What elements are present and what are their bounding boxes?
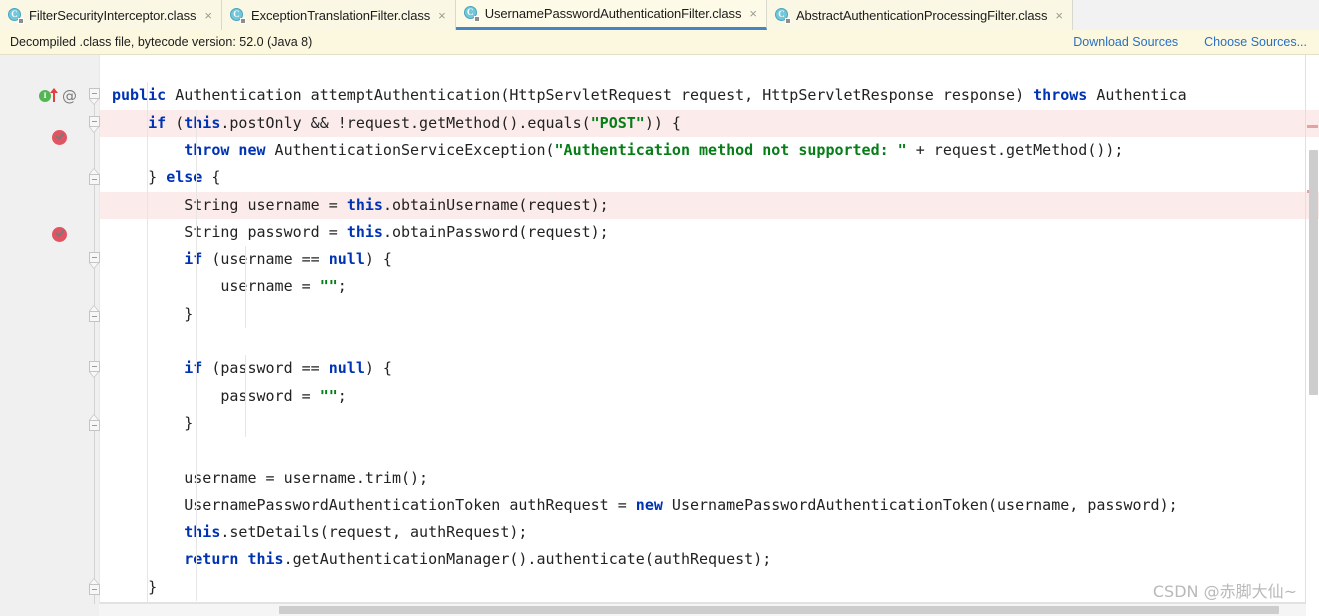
editor-tab-bar: C FilterSecurityInterceptor.class × C Except… [0, 0, 1319, 30]
code-line-text: String username = this.obtainUsername(re… [112, 195, 609, 214]
code-line-row[interactable]: 43 username = username.trim(); [0, 465, 1319, 492]
fold-marker-open[interactable] [89, 252, 100, 270]
close-icon[interactable]: × [1055, 9, 1063, 22]
code-line-text: public Authentication attemptAuthenticat… [112, 86, 1187, 105]
choose-sources-link[interactable]: Choose Sources... [1204, 35, 1307, 49]
code-line-row[interactable]: 35 if (username == null) { [0, 246, 1319, 273]
java-class-icon: C [463, 6, 480, 22]
code-line-row[interactable]: 40 password = ""; [0, 383, 1319, 410]
code-line-row[interactable]: 28 [0, 55, 1319, 82]
code-line-row[interactable]: 37 } [0, 301, 1319, 328]
code-line-row[interactable]: 39 if (password == null) { [0, 355, 1319, 382]
code-line-row[interactable]: 31 throw new AuthenticationServiceExcept… [0, 137, 1319, 164]
download-sources-link[interactable]: Download Sources [1073, 35, 1178, 49]
java-class-icon: C [8, 7, 24, 24]
code-line-text: return this.getAuthenticationManager().a… [184, 550, 772, 569]
code-line-row[interactable]: 42 [0, 437, 1319, 464]
fold-marker-open[interactable] [89, 115, 100, 133]
close-icon[interactable]: × [204, 9, 212, 22]
java-class-icon: C [774, 7, 791, 24]
ide-editor-window: C FilterSecurityInterceptor.class × C Except… [0, 0, 1319, 616]
overriding-method-arrow-icon[interactable] [50, 88, 59, 103]
fold-marker-close[interactable] [89, 577, 100, 595]
code-line-text: } else { [112, 168, 221, 187]
fold-marker-open[interactable] [89, 88, 100, 106]
horizontal-scrollbar-thumb[interactable] [279, 606, 1279, 614]
editor-gutter[interactable] [0, 55, 87, 616]
editor-tab-0[interactable]: C FilterSecurityInterceptor.class × [0, 0, 222, 30]
fold-marker-close[interactable] [89, 168, 100, 186]
indent-guide [147, 82, 148, 616]
java-class-icon: C [230, 7, 246, 24]
code-line-row[interactable]: 47 } [0, 574, 1319, 601]
editor-tab-1[interactable]: C ExceptionTranslationFilter.class × [222, 0, 456, 30]
indent-guide [245, 355, 246, 438]
code-line-row[interactable]: 44 UsernamePasswordAuthenticationToken a… [0, 492, 1319, 519]
code-line-row[interactable]: 41 } [0, 410, 1319, 437]
indent-guide [196, 109, 197, 601]
breakpoint-verified-icon[interactable] [52, 226, 67, 242]
code-line-text: if (this.postOnly && !request.getMethod(… [148, 113, 681, 132]
code-line-row[interactable]: 34 String password = this.obtainPassword… [0, 219, 1319, 246]
code-editor[interactable]: 2829public Authentication attemptAuthent… [0, 55, 1319, 616]
code-line-text: throw new AuthenticationServiceException… [184, 140, 1124, 159]
code-line-text: UsernamePasswordAuthenticationToken auth… [112, 495, 1178, 514]
code-line-text: } [112, 413, 194, 432]
editor-tab-label: ExceptionTranslationFilter.class [251, 7, 431, 23]
code-line-text: if (username == null) { [184, 250, 392, 269]
fold-marker-open[interactable] [89, 361, 100, 379]
code-line-row[interactable]: 46 return this.getAuthenticationManager(… [0, 546, 1319, 573]
scrollbar-error-marker[interactable] [1307, 125, 1318, 128]
code-line-row[interactable]: 38 [0, 328, 1319, 355]
code-line-row[interactable]: 33 String username = this.obtainUsername… [0, 191, 1319, 219]
editor-tab-label: FilterSecurityInterceptor.class [29, 7, 197, 23]
horizontal-scrollbar[interactable] [99, 604, 1306, 616]
notification-actions: Download Sources Choose Sources... [1073, 35, 1307, 49]
close-icon[interactable]: × [438, 9, 446, 22]
indent-guide [245, 246, 246, 328]
vertical-scrollbar-thumb[interactable] [1309, 150, 1318, 395]
code-line-text: username = username.trim(); [112, 468, 429, 487]
gutter-bottom-strip [0, 604, 99, 616]
vertical-scrollbar[interactable] [1306, 30, 1319, 616]
code-line-row[interactable]: 29public Authentication attemptAuthentic… [0, 82, 1319, 109]
code-line-text: this.setDetails(request, authRequest); [184, 523, 528, 542]
watermark: CSDN @赤脚大仙~ [1152, 582, 1297, 601]
code-line-text: if (password == null) { [184, 359, 392, 378]
close-icon[interactable]: × [749, 7, 757, 20]
editor-tab-label: UsernamePasswordAuthenticationFilter.cla… [484, 6, 742, 21]
editor-tab-3[interactable]: C AbstractAuthenticationProcessingFilter.… [766, 0, 1073, 30]
code-line-row[interactable]: 45 this.setDetails(request, authRequest)… [0, 519, 1319, 546]
fold-marker-close[interactable] [89, 413, 100, 431]
decompiled-notice-text: Decompiled .class file, bytecode version… [10, 35, 313, 49]
fold-marker-close[interactable] [89, 304, 100, 322]
code-line-text: String password = this.obtainPassword(re… [112, 222, 609, 241]
code-line-row[interactable]: 36 username = ""; [0, 273, 1319, 300]
gutter-divider [99, 55, 100, 616]
code-fold-strip[interactable] [86, 55, 99, 616]
editor-tab-2[interactable]: C UsernamePasswordAuthenticationFilter.cl… [455, 0, 767, 30]
code-line-text: } [112, 304, 194, 323]
code-line-text: } [112, 577, 158, 596]
code-line-row[interactable]: 30 if (this.postOnly && !request.getMeth… [0, 109, 1319, 137]
editor-tab-label: AbstractAuthenticationProcessingFilter.c… [795, 7, 1048, 23]
decompiled-notification-bar: Decompiled .class file, bytecode version… [0, 30, 1319, 55]
breakpoint-verified-icon[interactable] [52, 129, 67, 145]
code-line-row[interactable]: 32 } else { [0, 164, 1319, 191]
annotation-at-icon[interactable]: @ [62, 89, 77, 104]
